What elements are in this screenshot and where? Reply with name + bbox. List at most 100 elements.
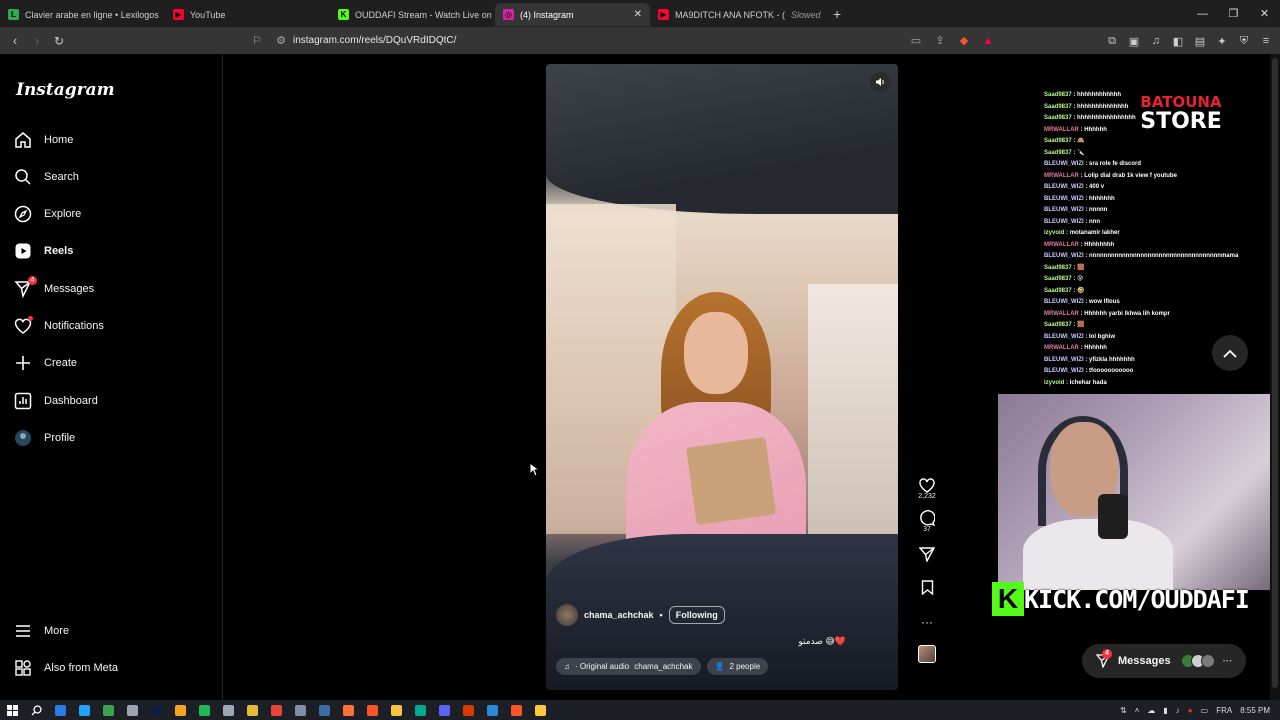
taskbar-app-icon[interactable] <box>504 700 528 720</box>
sidebar-item-explore[interactable]: Explore <box>14 199 81 229</box>
back-icon[interactable]: ‹ <box>4 30 26 52</box>
author-username[interactable]: chama_achchak <box>584 610 654 620</box>
taskbar-app-icon[interactable] <box>72 700 96 720</box>
scroll-up-button[interactable] <box>1212 335 1248 371</box>
browser-tab[interactable]: ◎ (4) Instagram ✕ <box>495 3 650 26</box>
new-tab-button[interactable]: + <box>825 6 849 22</box>
tagged-people-pill[interactable]: 👤 2 people <box>706 658 769 675</box>
taskbar-app-icon[interactable] <box>120 700 144 720</box>
clock[interactable]: 8:55 PM <box>1240 706 1270 715</box>
sidebar-item-more[interactable]: More <box>14 616 69 646</box>
taskbar-app-icon[interactable] <box>360 700 384 720</box>
forward-icon[interactable]: › <box>26 30 48 52</box>
avatar[interactable] <box>556 604 578 626</box>
vpn-icon[interactable]: ⛨ <box>1234 30 1254 52</box>
sidebar-item-meta[interactable]: Also from Meta <box>14 653 118 683</box>
display-icon[interactable]: ▭ <box>1201 706 1209 715</box>
sidebar-item-home[interactable]: Home <box>14 125 73 155</box>
menu-icon[interactable]: ≡ <box>1256 30 1276 52</box>
sidebar-item-reels[interactable]: Reels <box>14 236 73 266</box>
taskbar-app-icon[interactable] <box>96 700 120 720</box>
address-bar[interactable]: ⚐ ⚙ instagram.com/reels/DQuVRdIDQtC/ ▭ ⇪… <box>245 30 1000 51</box>
chat-text: Hhhhhhhh <box>1084 241 1115 248</box>
sidebar-item-profile[interactable]: Profile <box>14 423 75 453</box>
save-button[interactable] <box>921 580 934 595</box>
reload-icon[interactable]: ↻ <box>48 30 70 52</box>
volume-icon[interactable]: ♪ <box>1176 706 1180 715</box>
chat-text: hhhhhhh <box>1089 195 1115 202</box>
brave-rewards-icon[interactable]: ▲ <box>976 35 1000 47</box>
site-settings-icon[interactable]: ⚙ <box>269 34 293 47</box>
taskbar-app-icon[interactable] <box>288 700 312 720</box>
page-scrollbar[interactable] <box>1270 54 1280 700</box>
taskbar-app-icon[interactable] <box>312 700 336 720</box>
brave-shield-icon[interactable]: ◆ <box>952 34 976 47</box>
audio-thumbnail[interactable] <box>918 645 936 663</box>
audio-pill[interactable]: ♫ · Original audio chama_achchak <box>556 658 701 675</box>
taskbar-app-icon[interactable] <box>192 700 216 720</box>
taskbar-app-icon[interactable] <box>384 700 408 720</box>
taskbar-app-icon[interactable] <box>336 700 360 720</box>
sidebar-item-notifications[interactable]: Notifications <box>14 311 104 341</box>
minimize-icon[interactable]: — <box>1187 0 1218 27</box>
search-icon[interactable] <box>24 700 48 720</box>
network-icon[interactable]: ⇅ <box>1120 706 1127 715</box>
avatar-icon <box>14 429 32 447</box>
record-icon[interactable]: ● <box>1188 706 1193 715</box>
comment-button[interactable]: 37 <box>919 510 935 533</box>
chevron-up-icon[interactable]: ˄ <box>1135 706 1140 715</box>
taskbar-app-icon[interactable] <box>240 700 264 720</box>
taskbar-app-icon[interactable] <box>408 700 432 720</box>
taskbar-app-icon[interactable] <box>432 700 456 720</box>
taskbar-app-icon[interactable] <box>48 700 72 720</box>
share-button[interactable] <box>919 547 935 562</box>
sidebar-item-messages[interactable]: 4 Messages <box>14 274 94 304</box>
extensions-icon[interactable]: ⧉ <box>1102 30 1122 52</box>
avatar <box>1200 654 1215 668</box>
bookmark-icon[interactable]: ⚐ <box>245 34 269 47</box>
browser-tab[interactable]: L Clavier arabe en ligne • Lexilogos <box>0 3 165 26</box>
close-tab-icon[interactable]: ✕ <box>634 9 642 20</box>
like-button[interactable]: 2,232 <box>918 478 936 500</box>
reel-meta: ♫ · Original audio chama_achchak 👤 2 peo… <box>556 658 769 675</box>
leo-icon[interactable]: ✦ <box>1212 30 1232 52</box>
following-button[interactable]: Following <box>668 606 725 624</box>
reel-video[interactable]: chama_achchak • Following صدمتو 😅❤️ ♫ · … <box>546 64 898 690</box>
chat-text: lol bghiw <box>1089 333 1116 340</box>
restore-icon[interactable]: ❐ <box>1218 0 1249 27</box>
start-icon[interactable] <box>0 700 24 720</box>
taskbar-app-icon[interactable] <box>264 700 288 720</box>
language-indicator[interactable]: FRA <box>1216 706 1232 715</box>
tab-title: YouTube <box>190 9 226 20</box>
taskbar-app-icon[interactable] <box>144 700 168 720</box>
messages-pill[interactable]: 4 Messages ··· <box>1082 644 1246 678</box>
volume-icon[interactable] <box>870 72 890 92</box>
more-options-icon[interactable]: ··· <box>921 615 933 629</box>
browser-tab[interactable]: K OUDDAFI Stream - Watch Live on Kick <box>330 3 495 26</box>
taskbar-app-icon[interactable] <box>168 700 192 720</box>
screenshot-icon[interactable]: ▣ <box>1124 30 1144 52</box>
close-window-icon[interactable]: ✕ <box>1249 0 1280 27</box>
taskbar-app-icon[interactable] <box>528 700 552 720</box>
browser-tab[interactable]: ▶ YouTube <box>165 3 330 26</box>
cloud-icon[interactable]: ☁ <box>1147 706 1155 715</box>
taskbar-app-icon[interactable] <box>456 700 480 720</box>
sidebar-item-search[interactable]: Search <box>14 162 79 192</box>
battery-icon[interactable]: ▮ <box>1163 706 1167 715</box>
sidebar-item-create[interactable]: Create <box>14 348 77 378</box>
chat-username: MRWALLAR <box>1044 241 1079 248</box>
taskbar-app-icon[interactable] <box>216 700 240 720</box>
wallet-icon[interactable]: ▤ <box>1190 30 1210 52</box>
tab-favicon-icon: K <box>338 9 349 20</box>
sidebar-icon[interactable]: ◧ <box>1168 30 1188 52</box>
sidebar-item-dashboard[interactable]: Dashboard <box>14 386 98 416</box>
cast-icon[interactable]: ▭ <box>904 34 928 47</box>
browser-tab[interactable]: ▶ MA9DITCH ANA NFOTK - ( Slowed <box>650 3 825 26</box>
instagram-logo[interactable]: Instagram <box>16 80 115 100</box>
taskbar-app-icon[interactable] <box>480 700 504 720</box>
share-icon[interactable]: ⇪ <box>928 34 952 47</box>
reel-caption[interactable]: صدمتو 😅❤️ <box>798 636 846 647</box>
chat-message: BLEUWI_WIZI : nnnnnnnnnnnnnnnnnnnnnnnnnn… <box>1044 253 1239 259</box>
media-icon[interactable]: ♫ <box>1146 30 1166 52</box>
url-text[interactable]: instagram.com/reels/DQuVRdIDQtC/ <box>293 35 456 46</box>
